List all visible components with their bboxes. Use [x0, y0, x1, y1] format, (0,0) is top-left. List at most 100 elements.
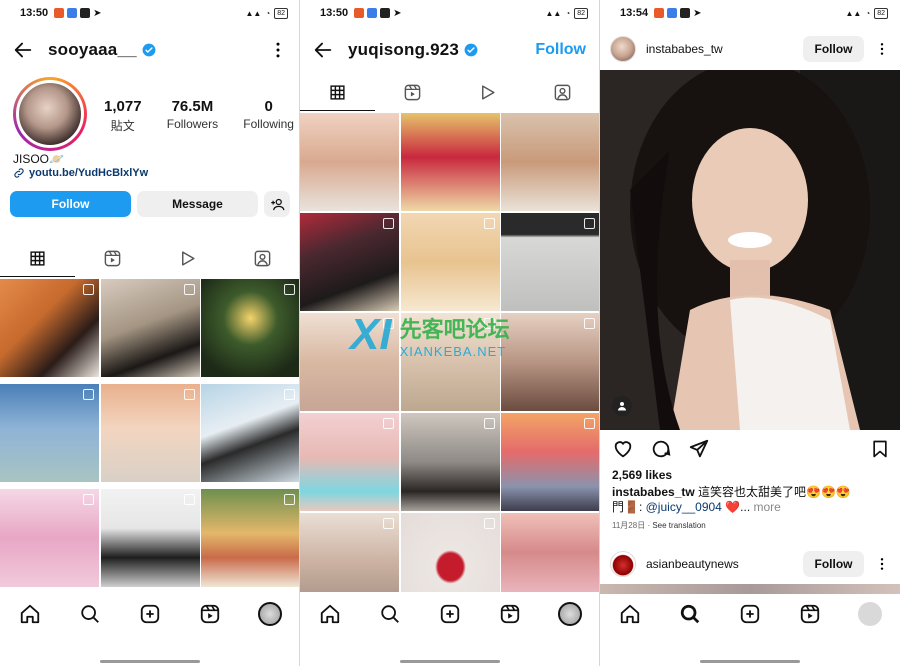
- signal-icon: ▲▲: [545, 8, 562, 18]
- post-thumbnail[interactable]: [201, 279, 300, 377]
- next-post-author-avatar[interactable]: [610, 551, 636, 577]
- post-thumbnail[interactable]: [501, 113, 600, 211]
- nav-profile[interactable]: [558, 602, 582, 626]
- post-thumbnail[interactable]: [100, 489, 200, 587]
- nav-search[interactable]: [678, 602, 702, 626]
- tagged-icon: [554, 84, 571, 100]
- post-thumbnail[interactable]: [300, 313, 399, 411]
- nav-search[interactable]: [78, 602, 102, 626]
- post-image[interactable]: [600, 70, 900, 430]
- bottom-nav: [600, 594, 900, 634]
- post-thumbnail[interactable]: [100, 279, 200, 377]
- battery-icon: 82: [874, 7, 888, 19]
- post-thumbnail[interactable]: [501, 513, 600, 592]
- post-thumbnail[interactable]: [0, 489, 99, 587]
- nav-home[interactable]: [618, 602, 642, 626]
- user-tag-icon: [618, 402, 626, 411]
- comment-icon[interactable]: [650, 438, 672, 460]
- post-thumbnail[interactable]: [0, 279, 99, 377]
- search-icon: [81, 605, 99, 623]
- back-arrow-icon[interactable]: [12, 39, 34, 61]
- bio-link[interactable]: youtu.be/YudHcBlxlYw: [13, 167, 148, 179]
- follow-button[interactable]: Follow: [535, 41, 588, 59]
- app-notification-icon: [354, 8, 365, 18]
- nav-reels[interactable]: [198, 602, 222, 626]
- nav-create[interactable]: [138, 602, 162, 626]
- nav-create[interactable]: [738, 602, 762, 626]
- message-button[interactable]: Message: [137, 191, 258, 217]
- post-thumbnail[interactable]: [501, 313, 600, 411]
- status-right: ▲▲ ◔ 82: [846, 7, 888, 19]
- search-icon: [381, 605, 399, 623]
- post-thumbnail[interactable]: [0, 384, 99, 482]
- post-thumbnail[interactable]: [400, 113, 500, 211]
- following-count[interactable]: 0 Following: [243, 98, 294, 134]
- create-post-icon: [140, 604, 160, 624]
- tab-videos[interactable]: [450, 73, 525, 111]
- tab-videos[interactable]: [150, 239, 225, 277]
- bottom-nav: [300, 594, 600, 634]
- status-bar: 13:54 ➤ ▲▲ ◔ 82: [600, 0, 900, 26]
- tab-tagged[interactable]: [225, 239, 300, 277]
- profile-avatar[interactable]: [13, 77, 87, 151]
- nav-search[interactable]: [378, 602, 402, 626]
- post-author-avatar[interactable]: [610, 36, 636, 62]
- telegram-icon: ➤: [93, 7, 102, 19]
- post-thumbnail[interactable]: [100, 384, 200, 482]
- caption-mention[interactable]: @juicy__0904: [646, 500, 722, 514]
- post-thumbnail[interactable]: [300, 413, 399, 511]
- post-thumbnail[interactable]: [400, 513, 500, 592]
- next-follow-button[interactable]: Follow: [803, 551, 864, 577]
- telegram-icon: ➤: [693, 7, 702, 19]
- post-thumbnail[interactable]: [501, 213, 600, 311]
- next-post-author-username[interactable]: asianbeautynews: [646, 557, 739, 571]
- more-options-icon[interactable]: [874, 41, 890, 57]
- follow-button[interactable]: Follow: [10, 191, 131, 217]
- more-options-icon[interactable]: [874, 556, 890, 572]
- status-bar: 13:50 ➤ ▲▲ ◔ 82: [0, 0, 300, 26]
- see-translation-link[interactable]: See translation: [652, 521, 705, 530]
- nav-home[interactable]: [318, 602, 342, 626]
- post-thumbnail[interactable]: [300, 113, 399, 211]
- nav-reels[interactable]: [798, 602, 822, 626]
- status-time: 13:50: [20, 7, 49, 19]
- tab-posts-grid[interactable]: [300, 73, 375, 111]
- save-bookmark-icon[interactable]: [870, 439, 890, 459]
- nav-profile[interactable]: [258, 602, 282, 626]
- status-time: 13:50: [320, 7, 349, 19]
- reels-icon: [800, 604, 820, 624]
- post-thumbnail[interactable]: [300, 513, 399, 592]
- caption-more-link[interactable]: more: [754, 500, 781, 514]
- nav-profile[interactable]: [858, 602, 882, 626]
- suggest-user-button[interactable]: [264, 191, 290, 217]
- followers-count[interactable]: 76.5M Followers: [167, 98, 218, 134]
- app-notification-icon: [67, 8, 78, 18]
- likes-count[interactable]: 2,569 likes: [612, 468, 672, 482]
- post-thumbnail[interactable]: [501, 413, 600, 511]
- nav-reels[interactable]: [498, 602, 522, 626]
- caption-username[interactable]: instababes_tw: [612, 485, 695, 499]
- tagged-users-button[interactable]: [612, 396, 632, 416]
- post-thumbnail[interactable]: [400, 313, 500, 411]
- tab-tagged[interactable]: [525, 73, 600, 111]
- tab-reels[interactable]: [375, 73, 450, 111]
- post-thumbnail[interactable]: [400, 413, 500, 511]
- post-thumbnail[interactable]: [400, 213, 500, 311]
- tab-posts-grid[interactable]: [0, 239, 75, 277]
- home-icon: [620, 604, 640, 624]
- post-thumbnail[interactable]: [300, 213, 399, 311]
- post-date-text: 11月28日: [612, 521, 646, 530]
- notification-icons: ➤: [654, 7, 702, 19]
- post-author-username[interactable]: instababes_tw: [646, 42, 723, 56]
- share-send-icon[interactable]: [688, 438, 710, 460]
- back-arrow-icon[interactable]: [312, 39, 334, 61]
- post-thumbnail[interactable]: [201, 489, 300, 587]
- like-heart-icon[interactable]: [612, 438, 634, 460]
- tab-reels[interactable]: [75, 239, 150, 277]
- nav-create[interactable]: [438, 602, 462, 626]
- post-thumbnail[interactable]: [201, 384, 300, 482]
- follow-button[interactable]: Follow: [803, 36, 864, 62]
- more-options-icon[interactable]: [268, 40, 288, 60]
- nav-home[interactable]: [18, 602, 42, 626]
- app-notification-icon: [654, 8, 665, 18]
